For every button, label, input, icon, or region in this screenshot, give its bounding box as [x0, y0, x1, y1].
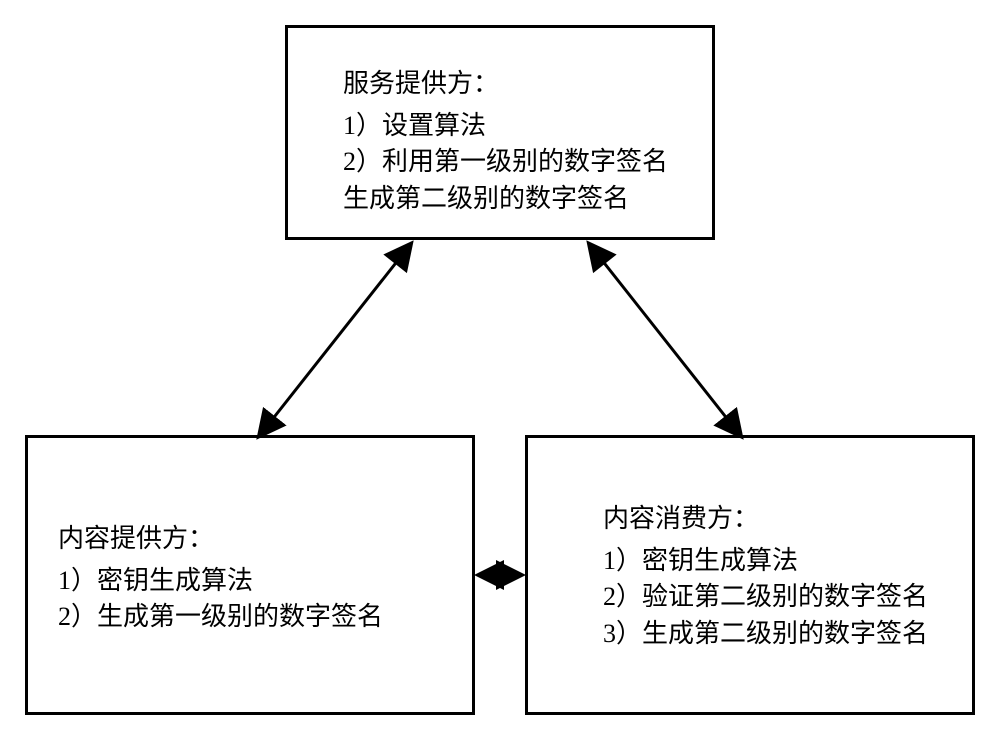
content-consumer-box: 内容消费方： 1）密钥生成算法 2）验证第二级别的数字签名 3）生成第二级别的数… — [525, 435, 975, 715]
arrow-top-to-left — [240, 240, 430, 440]
service-provider-item2: 2）利用第一级别的数字签名 — [343, 144, 697, 180]
content-provider-item2: 2）生成第一级别的数字签名 — [58, 599, 457, 635]
service-provider-item1: 1）设置算法 — [343, 108, 697, 144]
content-consumer-item2: 2）验证第二级别的数字签名 — [603, 579, 957, 615]
arrow-top-to-right — [570, 240, 760, 440]
service-provider-title: 服务提供方： — [343, 63, 697, 100]
content-consumer-title: 内容消费方： — [603, 498, 957, 535]
content-consumer-item1: 1）密钥生成算法 — [603, 543, 957, 579]
content-provider-item1: 1）密钥生成算法 — [58, 563, 457, 599]
service-provider-item3: 生成第二级别的数字签名 — [343, 181, 697, 217]
content-provider-box: 内容提供方： 1）密钥生成算法 2）生成第一级别的数字签名 — [25, 435, 475, 715]
content-provider-title: 内容提供方： — [58, 518, 457, 555]
content-consumer-item3: 3）生成第二级别的数字签名 — [603, 616, 957, 652]
service-provider-box: 服务提供方： 1）设置算法 2）利用第一级别的数字签名 生成第二级别的数字签名 — [285, 25, 715, 240]
content-provider-content: 内容提供方： 1）密钥生成算法 2）生成第一级别的数字签名 — [43, 458, 457, 636]
content-consumer-content: 内容消费方： 1）密钥生成算法 2）验证第二级别的数字签名 3）生成第二级别的数… — [543, 458, 957, 652]
arrow-left-to-right — [475, 560, 525, 590]
service-provider-content: 服务提供方： 1）设置算法 2）利用第一级别的数字签名 生成第二级别的数字签名 — [303, 48, 697, 217]
